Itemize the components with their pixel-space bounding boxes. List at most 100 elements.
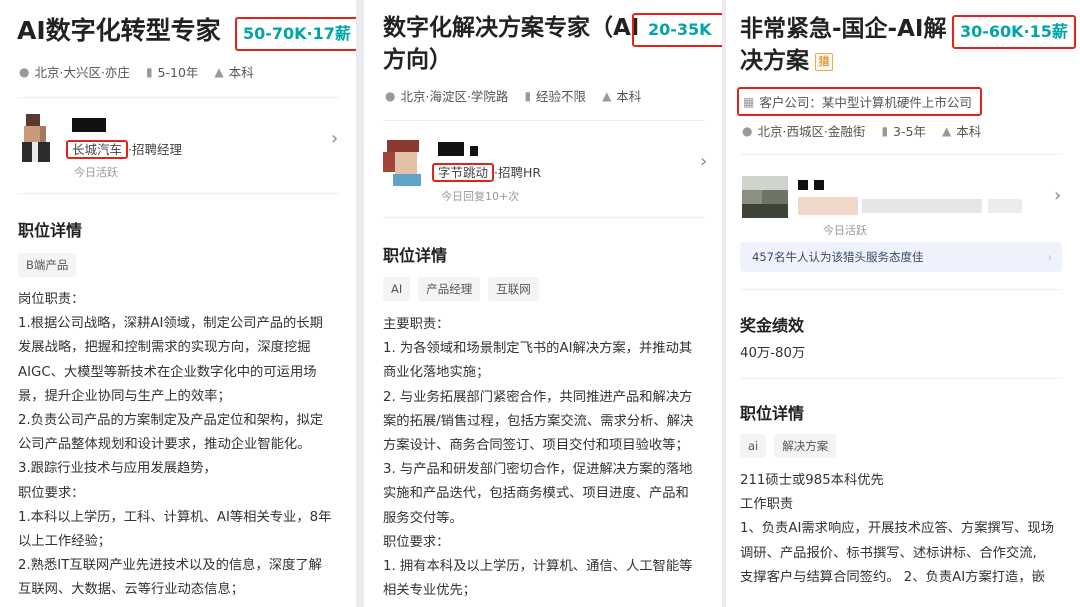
job-cards-screenshot: AI数字化转型专家 50-70K·17薪 ● 北京·大兴区·亦庄 ▮ 5-10年…	[0, 0, 1080, 607]
tag: B端产品	[18, 253, 77, 277]
company-name: 字节跳动	[432, 163, 495, 182]
description-line: 3.跟踪行业技术与应用发展趋势，	[18, 461, 217, 477]
divider	[383, 120, 705, 121]
chevron-right-icon[interactable]: ›	[700, 151, 707, 172]
description-line: 2.熟悉IT互联网产业先进技术以及的信息，深度了解	[18, 558, 322, 574]
salary-badge: 20-35K	[632, 13, 722, 47]
divider	[740, 289, 1062, 290]
avatar	[383, 140, 427, 186]
description-line: 案的拓展/销售过程，包括方案交流、需求分析、解决	[383, 413, 694, 429]
job-card-digital-solution-expert[interactable]: 数字化解决方案专家（AI 方向） 20-35K ● 北京·海淀区·学院路 ▮ 经…	[364, 0, 722, 607]
recruiter-info-redacted	[988, 199, 1022, 213]
recruiter-name-redacted	[470, 146, 478, 156]
description-line: 实施和产品迭代，包括商务模式、项目进度、产品和	[383, 486, 689, 502]
education-text: 本科	[228, 65, 254, 80]
description-line: 景，提升企业协同与生产上的效率；	[18, 388, 231, 404]
active-status: 今日活跃	[74, 166, 118, 179]
active-status: 今日活跃	[823, 224, 867, 237]
job-card-ai-digital-transformation[interactable]: AI数字化转型专家 50-70K·17薪 ● 北京·大兴区·亦庄 ▮ 5-10年…	[0, 0, 356, 607]
location-icon: ●	[19, 64, 30, 79]
description-line: 岗位职责：	[18, 292, 85, 307]
recruiter-company: 字节跳动 ·招聘HR	[432, 163, 541, 183]
job-title: 数字化解决方案专家（AI 方向）	[383, 12, 639, 76]
description-line: 公司产品整体规划和设计要求，推动企业智能化。	[18, 437, 311, 453]
bonus-section-title: 奖金绩效	[740, 316, 805, 335]
headhunter-badge-icon: 猎	[815, 52, 833, 71]
job-title-line: AI数字化转型专家	[17, 16, 221, 45]
description-line: 职位要求：	[18, 485, 85, 501]
description-line: 调研、产品报价、标书撰写、述标讲标、合作交流,	[740, 545, 1037, 561]
job-title-line: 决方案	[740, 48, 809, 74]
description-line: 2.负责公司产品的方案制定及产品定位和架构，拟定	[18, 413, 324, 429]
recruiter-company: 长城汽车 ·招聘经理	[66, 140, 182, 160]
experience-text: 3-5年	[893, 124, 926, 139]
divider	[383, 217, 705, 218]
briefcase-icon: ▮	[881, 123, 889, 138]
description-line: 1.本科以上学历，工科、计算机、AI等相关专业，8年	[18, 509, 332, 525]
section-title: 职位详情	[740, 404, 805, 423]
tag: 解决方案	[774, 434, 837, 458]
job-card-ai-solution-headhunter[interactable]: 非常紧急-国企-AI解 决方案猎 30-60K·15薪 ▦ 客户公司： 某中型计…	[726, 0, 1080, 607]
description-line: 1.根据公司战略，深耕AI领域，制定公司产品的长期	[18, 316, 323, 332]
description-line: 主要职责：	[383, 317, 450, 332]
divider	[17, 193, 339, 194]
chevron-right-icon[interactable]: ›	[331, 128, 338, 149]
description-line: 1. 拥有本科及以上学历，计算机、通信、人工智能等	[383, 559, 693, 575]
job-description: 211硕士或985本科优先 工作职责 1、负责AI需求响应，开展技术应答、方案撰…	[740, 469, 1054, 590]
recruiter-name-redacted	[438, 142, 464, 156]
client-company: ▦ 客户公司： 某中型计算机硬件上市公司	[737, 87, 982, 116]
salary-badge: 50-70K·17薪	[235, 17, 356, 51]
description-line: 1、负责AI需求响应，开展技术应答、方案撰写、现场	[740, 521, 1055, 537]
description-line: 211硕士或985本科优先	[740, 473, 884, 488]
section-title: 职位详情	[383, 246, 448, 265]
recruiter-name-redacted	[814, 180, 824, 190]
avatar	[742, 176, 788, 218]
description-line: 服务交付等。	[383, 510, 463, 526]
job-title-line: 非常紧急-国企-AI解	[740, 16, 947, 42]
tag-list: B端产品	[18, 253, 77, 277]
briefcase-icon: ▮	[524, 88, 532, 103]
description-line: 1. 为各领域和场景制定飞书的AI解决方案，并推动其	[383, 341, 693, 357]
divider	[17, 97, 339, 98]
building-icon: ▦	[743, 94, 755, 109]
briefcase-icon: ▮	[145, 64, 153, 79]
description-line: 支撑客户与结算合同签约。 2、负责AI方案打造，嵌	[740, 569, 1045, 585]
divider	[740, 378, 1062, 379]
tag: 产品经理	[418, 277, 481, 301]
job-meta: ● 北京·西城区·金融街 ▮ 3-5年 ▲ 本科	[742, 121, 981, 140]
bonus-value: 40万-80万	[740, 346, 806, 361]
recruiter-role: ·招聘经理	[128, 142, 182, 157]
recruiter-role: ·招聘HR	[494, 165, 542, 180]
chevron-right-icon[interactable]: ›	[1054, 185, 1061, 206]
company-name: 长城汽车	[66, 140, 129, 159]
job-description: 岗位职责： 1.根据公司战略，深耕AI领域，制定公司产品的长期 发展战略，把握和…	[18, 288, 331, 603]
description-line: 职位要求：	[383, 534, 450, 550]
education-text: 本科	[616, 89, 642, 104]
client-value: 某中型计算机硬件上市公司	[821, 95, 972, 110]
avatar	[18, 114, 58, 162]
location-text: 北京·大兴区·亦庄	[34, 65, 130, 80]
graduation-cap-icon: ▲	[602, 88, 612, 103]
tag: ai	[740, 434, 767, 458]
chevron-right-icon: ›	[1047, 250, 1052, 264]
job-title: 非常紧急-国企-AI解 决方案猎	[740, 13, 946, 77]
tag-list: AI 产品经理 互联网	[383, 277, 539, 301]
graduation-cap-icon: ▲	[214, 64, 224, 79]
graduation-cap-icon: ▲	[941, 123, 952, 138]
description-line: 2. 与业务拓展部门紧密合作，共同推进产品和解决方	[383, 389, 693, 405]
description-line: 方案设计、商务合同签订、项目交付和项目验收等；	[383, 438, 689, 454]
location-icon: ●	[385, 88, 396, 103]
job-description: 主要职责： 1. 为各领域和场景制定飞书的AI解决方案，并推动其 商业化落地实施…	[383, 313, 693, 603]
headhunter-rating-banner[interactable]: 457名牛人认为该猎头服务态度佳 ›	[740, 242, 1062, 272]
description-line: 3. 与产品和研发部门密切合作，促进解决方案的落地	[383, 462, 693, 478]
section-title: 职位详情	[18, 221, 83, 240]
rating-text: 457名牛人认为该猎头服务态度佳	[752, 250, 924, 264]
description-line: AIGC、大模型等新技术在企业数字化中的可运用场	[18, 364, 317, 380]
job-meta: ● 北京·海淀区·学院路 ▮ 经验不限 ▲ 本科	[385, 86, 641, 105]
description-line: 发展战略，把握和控制需求的实现方向，深度挖掘	[18, 340, 311, 356]
description-line: 相关专业优先；	[383, 583, 477, 599]
job-title-line: 数字化解决方案专家（AI	[383, 15, 640, 41]
description-line: 以上工作经验；	[18, 534, 112, 550]
experience-text: 5-10年	[157, 65, 199, 80]
divider	[740, 154, 1062, 155]
